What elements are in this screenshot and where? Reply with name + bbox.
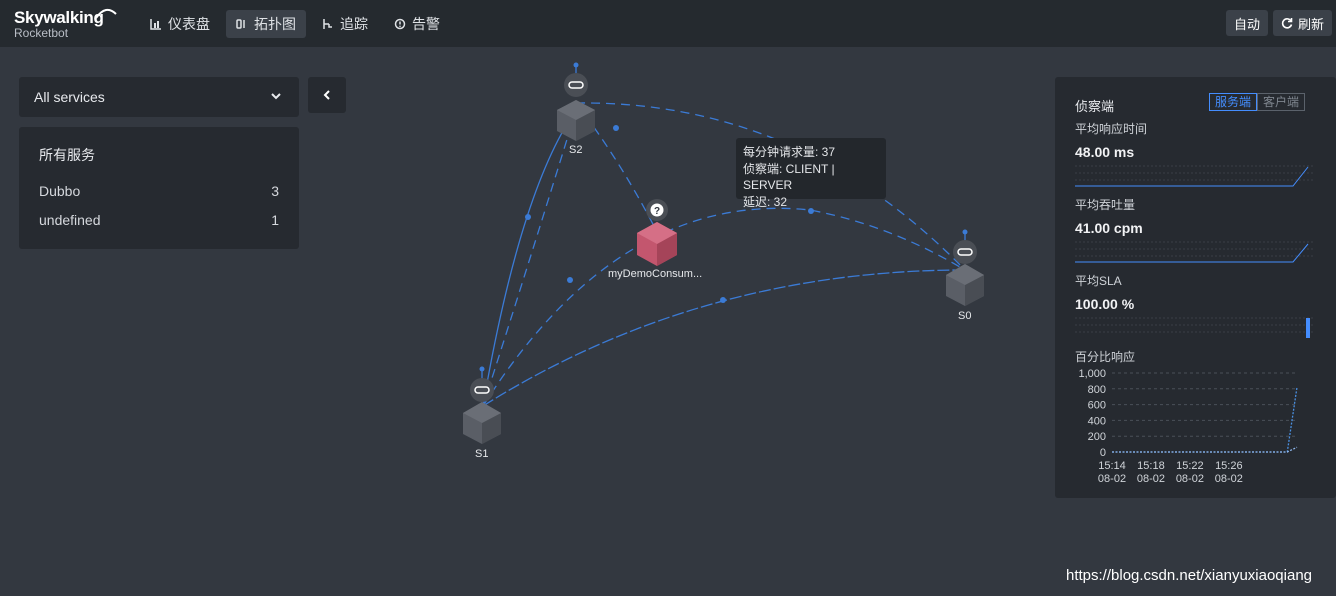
x-tick-date: 08-02 — [1098, 473, 1126, 485]
service-row-undefined[interactable]: undefined 1 — [39, 210, 279, 230]
x-tick-date: 08-02 — [1215, 473, 1243, 485]
service-name: undefined — [39, 212, 101, 228]
refresh-icon — [1281, 18, 1293, 29]
edge-tooltip: 每分钟请求量: 37 侦察端: CLIENT | SERVER 延迟: 32 — [736, 138, 886, 209]
auto-refresh-button[interactable]: 自动 — [1226, 10, 1269, 36]
tooltip-detect-point: 侦察端: CLIENT | SERVER — [743, 161, 835, 193]
y-tick-label: 1,000 — [1078, 368, 1106, 380]
node-label-mydemoconsumer: myDemoConsum... — [608, 268, 703, 280]
detail-panel: 侦察端 服务端 客户端 平均响应时间 48.00 ms 平均吞吐量 41.00 … — [1055, 77, 1336, 498]
x-tick-time: 15:26 — [1215, 460, 1243, 472]
service-name: Dubbo — [39, 183, 81, 199]
dashboard-icon — [150, 19, 161, 30]
x-tick-date: 08-02 — [1176, 473, 1204, 485]
logo[interactable]: Skywalking Rocketbot — [14, 8, 117, 40]
service-count: 3 — [271, 183, 279, 199]
node-label-s2: S2 — [569, 144, 583, 156]
x-tick-time: 15:14 — [1098, 460, 1126, 472]
y-tick-label: 600 — [1088, 400, 1106, 412]
node-label-s0: S0 — [958, 310, 972, 322]
detect-point-tabs: 服务端 客户端 — [1209, 93, 1306, 111]
service-count: 1 — [271, 212, 279, 228]
service-select-value: All services — [34, 89, 105, 105]
logo-name: Skywalking — [14, 8, 104, 27]
nav-alarm[interactable]: 告警 — [384, 10, 450, 38]
x-tick-time: 15:22 — [1176, 460, 1204, 472]
dubbo-icon — [470, 378, 494, 402]
node-label-s1: S1 — [475, 448, 489, 460]
service-list-title: 所有服务 — [39, 147, 95, 163]
logo-arc-icon — [95, 8, 117, 19]
dubbo-icon — [564, 73, 588, 97]
node-mydemoconsumer[interactable]: ? — [637, 199, 677, 266]
nav-topology-label: 拓扑图 — [254, 16, 296, 32]
bar-avg-sla — [1075, 317, 1315, 338]
collapse-panel-button[interactable] — [308, 77, 346, 113]
topology-icon — [236, 19, 245, 29]
percentile-response-chart: 1,000800600400200015:1408-0215:1808-0215… — [1078, 368, 1298, 485]
detail-panel-title: 侦察端 — [1075, 99, 1115, 114]
percentile-title: 百分比响应 — [1075, 350, 1136, 364]
node-s0[interactable] — [946, 229, 984, 307]
nav-topology[interactable]: 拓扑图 — [226, 10, 306, 38]
y-tick-label: 800 — [1088, 384, 1106, 396]
tab-server[interactable]: 服务端 — [1209, 93, 1258, 111]
y-tick-label: 400 — [1088, 415, 1106, 427]
service-list-panel: 所有服务 Dubbo 3 undefined 1 — [19, 127, 299, 249]
x-tick-date: 08-02 — [1137, 473, 1165, 485]
edge-marker — [720, 297, 726, 303]
edge-marker — [525, 214, 531, 220]
edge-marker — [567, 277, 573, 283]
tab-client[interactable]: 客户端 — [1257, 93, 1306, 111]
nav-trace-label: 追踪 — [340, 16, 368, 32]
tooltip-cpm: 每分钟请求量: 37 — [743, 145, 836, 159]
node-s2[interactable] — [557, 62, 595, 142]
sparkline-avg-throughput — [1075, 241, 1315, 263]
metric-label-avg-throughput: 平均吞吐量 — [1075, 198, 1136, 212]
nav-dashboard-label: 仪表盘 — [168, 16, 210, 32]
edge-marker — [613, 125, 619, 131]
y-tick-label: 200 — [1088, 431, 1106, 443]
alarm-icon — [394, 18, 406, 30]
main-nav: 仪表盘 拓扑图 追踪 告警 — [140, 10, 450, 38]
nav-alarm-label: 告警 — [412, 16, 440, 32]
refresh-label: 刷新 — [1298, 16, 1325, 32]
svg-text:?: ? — [654, 206, 660, 217]
refresh-button[interactable]: 刷新 — [1273, 10, 1333, 36]
edge-s1-s0-lower[interactable] — [482, 269, 966, 407]
edge-s1-s0-upper[interactable] — [482, 207, 966, 407]
service-select[interactable]: All services — [19, 77, 299, 117]
series-line — [1112, 446, 1298, 453]
y-tick-label: 0 — [1100, 447, 1106, 459]
logo-subtitle: Rocketbot — [14, 26, 69, 40]
metric-label-avg-sla: 平均SLA — [1075, 274, 1122, 288]
chevron-down-icon — [271, 93, 281, 100]
trace-icon — [323, 19, 332, 29]
top-bar: Skywalking Rocketbot 仪表盘 拓扑图 追踪 告警 自动 刷新 — [0, 0, 1336, 47]
chevron-left-icon — [323, 90, 330, 100]
nav-trace[interactable]: 追踪 — [312, 10, 378, 38]
watermark: https://blog.csdn.net/xianyuxiaoqiang — [1066, 567, 1312, 584]
x-tick-time: 15:18 — [1137, 460, 1165, 472]
service-row-dubbo[interactable]: Dubbo 3 — [39, 181, 279, 201]
nav-dashboard[interactable]: 仪表盘 — [140, 10, 220, 38]
auto-refresh-label: 自动 — [1234, 16, 1261, 32]
dubbo-icon — [953, 240, 977, 264]
node-s1[interactable] — [463, 366, 501, 445]
tooltip-latency: 延迟: 32 — [743, 194, 788, 209]
metric-label-avg-response: 平均响应时间 — [1075, 122, 1148, 136]
sparkline-avg-response — [1075, 165, 1315, 187]
series-line — [1112, 387, 1298, 453]
